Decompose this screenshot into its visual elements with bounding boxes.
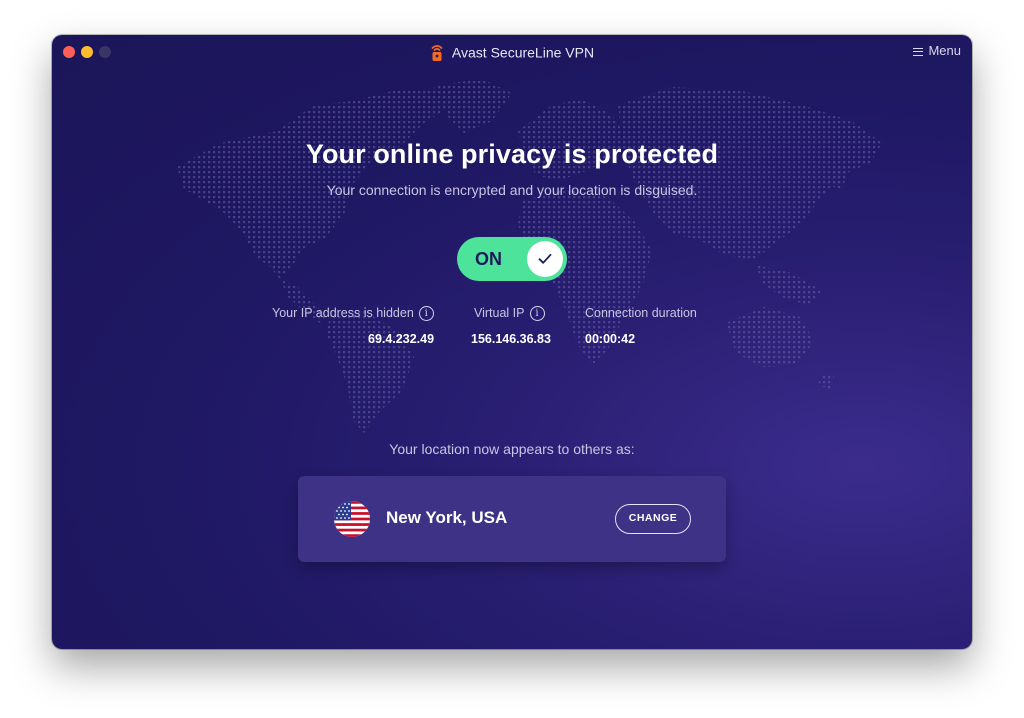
vpn-toggle[interactable]: ON <box>457 237 567 281</box>
virtual-ip-label-text: Virtual IP <box>474 306 525 320</box>
location-city: New York, USA <box>386 508 508 527</box>
title-bar: Avast SecureLine VPN Menu <box>52 35 972 67</box>
status-headline: Your online privacy is protected <box>305 139 719 169</box>
real-ip-label-text: Your IP address is hidden <box>272 306 414 320</box>
app-title-text: Avast SecureLine VPN <box>451 44 595 61</box>
app-window: Avast SecureLine VPN Menu Your online pr… <box>52 35 972 649</box>
virtual-ip-label: Virtual IP i <box>474 305 545 322</box>
real-ip-value: 69.4.232.49 <box>368 332 435 346</box>
real-ip-label: Your IP address is hidden i <box>272 305 434 322</box>
avast-logo-icon <box>430 42 444 66</box>
change-location-button[interactable]: CHANGE <box>615 504 691 534</box>
duration-label: Connection duration <box>585 306 697 320</box>
menu-label: Menu <box>928 43 961 58</box>
status-subline: Your connection is encrypted and your lo… <box>326 182 698 198</box>
toggle-label: ON <box>475 249 502 269</box>
location-prompt: Your location now appears to others as: <box>389 441 635 457</box>
hamburger-icon <box>913 47 924 56</box>
virtual-ip-value: 156.146.36.83 <box>471 332 551 346</box>
info-icon[interactable]: i <box>529 306 545 322</box>
us-flag-icon <box>334 501 370 537</box>
menu-button[interactable]: Menu <box>913 43 961 59</box>
info-icon[interactable]: i <box>418 306 434 322</box>
toggle-knob <box>527 241 563 277</box>
app-title: Avast SecureLine VPN <box>52 42 972 66</box>
duration-value: 00:00:42 <box>585 332 636 346</box>
location-card: New York, USA CHANGE <box>298 476 726 562</box>
checkmark-icon <box>538 253 552 264</box>
